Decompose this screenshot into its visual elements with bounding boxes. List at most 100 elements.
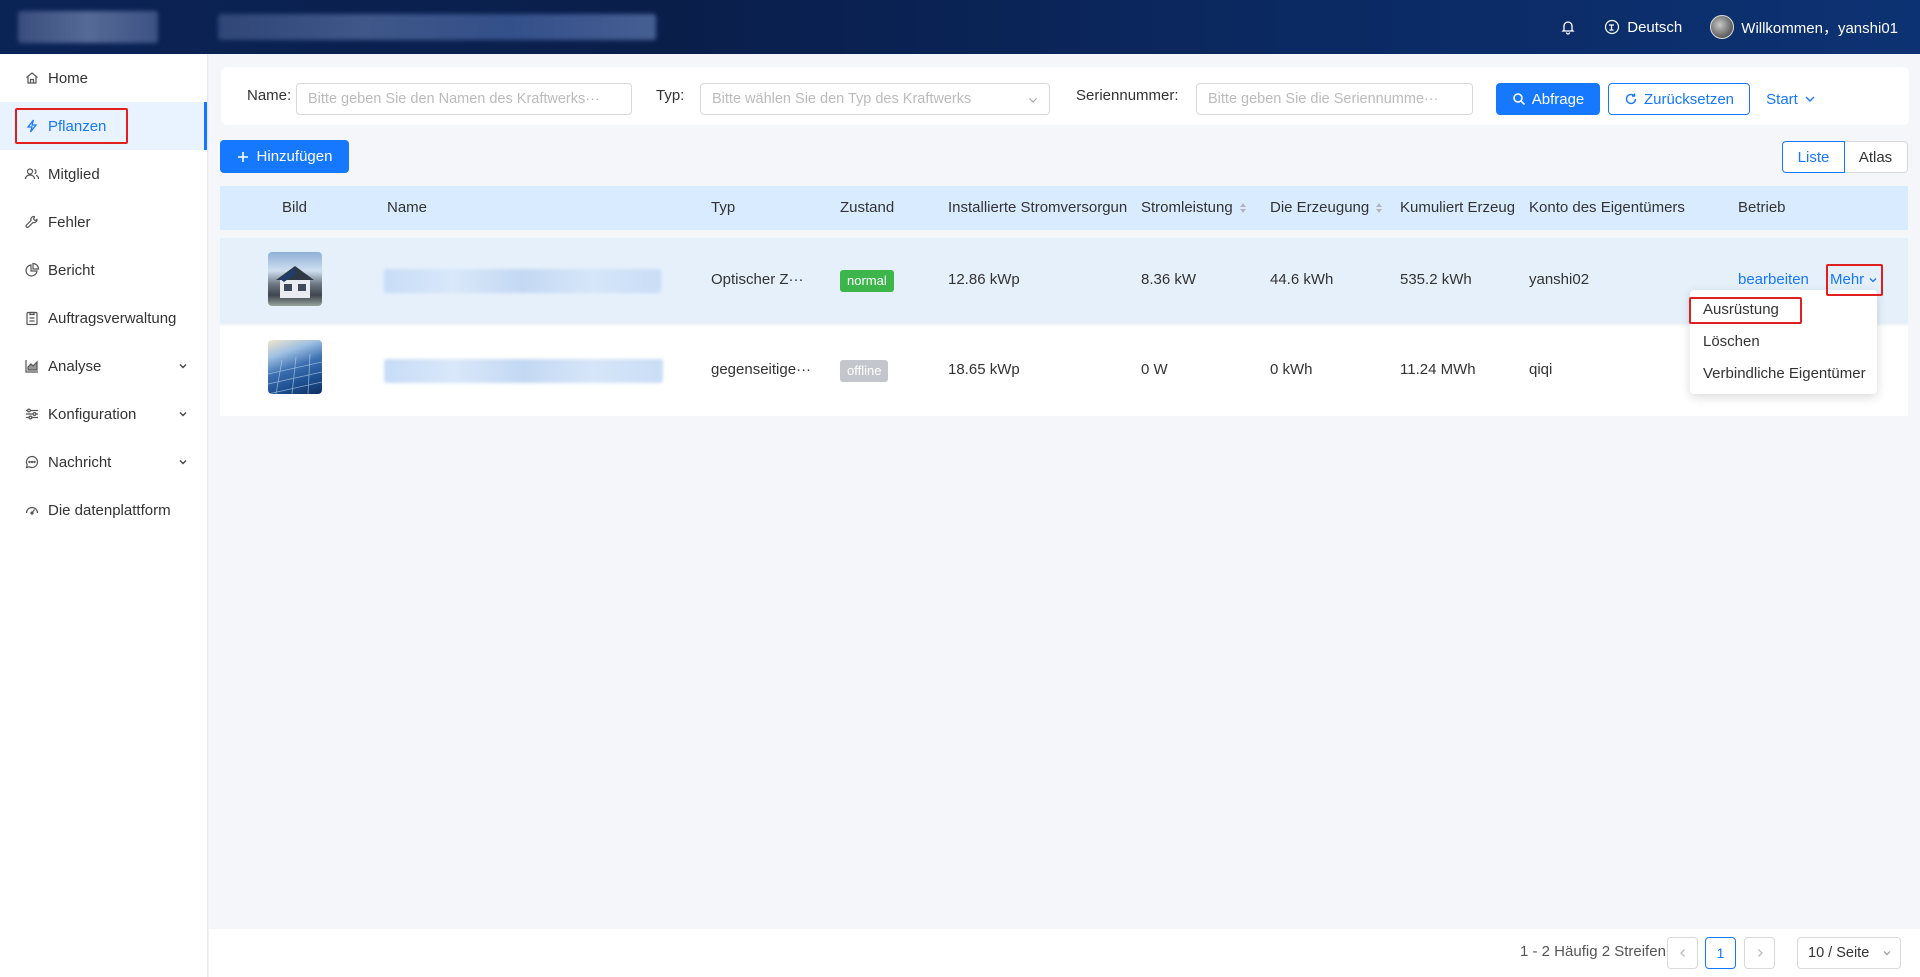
type-filter-label: Typ:: [656, 87, 685, 104]
plant-thumbnail[interactable]: [268, 340, 322, 394]
chevron-down-icon: [177, 408, 189, 420]
start-button-label: Start: [1766, 90, 1798, 108]
welcome-text: Willkommen，yanshi01: [1741, 19, 1898, 37]
notification-button[interactable]: [1560, 19, 1576, 35]
column-header-label: Die Erzeugung: [1270, 199, 1370, 216]
owner-account: yanshi02: [1529, 271, 1590, 288]
language-label: Deutsch: [1627, 18, 1683, 36]
more-dropdown-menu: Ausrüstung Löschen Verbindliche Eigentüm…: [1690, 290, 1877, 394]
sidebar-item-label: Auftragsverwaltung: [48, 309, 177, 327]
next-page-button[interactable]: [1744, 937, 1775, 969]
sidebar-item-home[interactable]: Home: [0, 54, 207, 102]
installed-capacity: 12.86 kWp: [948, 271, 1020, 288]
clipboard-icon: [24, 310, 40, 326]
area-chart-icon: [24, 358, 40, 374]
sidebar-item-nachricht[interactable]: Nachricht: [0, 438, 207, 486]
column-header: Bild: [282, 199, 308, 216]
add-button[interactable]: Hinzufügen: [220, 140, 349, 173]
plant-type: Optischer Z···: [711, 271, 804, 288]
menu-item-bind-owner[interactable]: Verbindliche Eigentümer: [1690, 358, 1877, 390]
sidebar-item-fehler[interactable]: Fehler: [0, 198, 207, 246]
chevron-down-icon: [1882, 948, 1892, 958]
edit-link[interactable]: bearbeiten: [1738, 271, 1809, 288]
sidebar-item-label: Analyse: [48, 357, 102, 375]
page-button-current[interactable]: 1: [1705, 937, 1736, 969]
translate-icon: [1604, 19, 1620, 35]
chevron-down-icon: [1804, 93, 1816, 105]
plant-name[interactable]: [384, 359, 663, 383]
wrench-icon: [24, 214, 40, 230]
sidebar-item-label: Konfiguration: [48, 405, 137, 423]
sidebar-item-auftragsverwaltung[interactable]: Auftragsverwaltung: [0, 294, 207, 342]
plant-type: gegenseitige···: [711, 361, 812, 378]
menu-item-delete[interactable]: Löschen: [1690, 326, 1877, 358]
users-icon: [24, 166, 40, 182]
sidebar-item-label: Die datenplattform: [48, 501, 171, 519]
sort-icon: [1375, 202, 1383, 214]
column-header: Kumuliert Erzeug: [1400, 199, 1514, 216]
message-icon: [24, 454, 40, 470]
chevron-right-icon: [1755, 948, 1765, 958]
table-header: Bild Name Typ Zustand Installierte Strom…: [220, 186, 1908, 230]
sort-icon: [1239, 202, 1247, 214]
sidebar-item-bericht[interactable]: Bericht: [0, 246, 207, 294]
column-header-sortable[interactable]: Die Erzeugung: [1270, 186, 1383, 230]
status-badge: normal: [840, 270, 894, 292]
lightning-icon: [24, 118, 40, 134]
view-atlas-toggle[interactable]: Atlas: [1844, 141, 1908, 173]
more-dropdown-trigger[interactable]: Mehr: [1830, 271, 1878, 288]
serial-filter-input[interactable]: Bitte geben Sie die Seriennumme···: [1196, 83, 1473, 115]
sidebar-item-konfiguration[interactable]: Konfiguration: [0, 390, 207, 438]
prev-page-button[interactable]: [1667, 937, 1698, 969]
sidebar-item-label: Mitglied: [48, 165, 100, 183]
sidebar-item-datenplattform[interactable]: Die datenplattform: [0, 486, 207, 534]
pagination: 1 - 2 Häufig 2 Streifen 1 10 / Seite: [209, 929, 1920, 977]
start-expand-button[interactable]: Start: [1765, 83, 1817, 115]
reset-button[interactable]: Zurücksetzen: [1608, 83, 1750, 115]
chevron-left-icon: [1678, 948, 1688, 958]
installed-capacity: 18.65 kWp: [948, 361, 1020, 378]
main-content: Name: Bitte geben Sie den Namen des Kraf…: [209, 54, 1920, 977]
plus-icon: [237, 151, 249, 163]
sidebar-item-label: Home: [48, 69, 89, 87]
plant-name[interactable]: [384, 269, 661, 293]
page-size-select[interactable]: 10 / Seite: [1797, 937, 1901, 969]
more-label: Mehr: [1830, 271, 1865, 288]
name-filter-input[interactable]: Bitte geben Sie den Namen des Kraftwerks…: [296, 83, 632, 115]
column-header: Zustand: [840, 199, 895, 216]
table-row: Optischer Z··· normal 12.86 kWp 8.36 kW …: [220, 238, 1908, 324]
menu-item-equipment[interactable]: Ausrüstung: [1690, 294, 1877, 326]
home-icon: [24, 70, 40, 86]
cumulative-generation: 535.2 kWh: [1400, 271, 1472, 288]
sidebar-item-pflanzen[interactable]: Pflanzen: [0, 102, 207, 150]
app-logo[interactable]: [18, 11, 158, 43]
current-power: 0 W: [1141, 361, 1168, 378]
column-header: Name: [387, 199, 428, 216]
chevron-down-icon: [177, 360, 189, 372]
plants-table: Bild Name Typ Zustand Installierte Strom…: [220, 186, 1908, 416]
plant-thumbnail[interactable]: [268, 252, 322, 306]
column-header-sortable[interactable]: Stromleistung: [1141, 186, 1247, 230]
page-size-value: 10 / Seite: [1808, 945, 1870, 961]
chevron-down-icon: [1868, 275, 1878, 285]
pagination-summary: 1 - 2 Häufig 2 Streifen: [1520, 943, 1666, 960]
dashboard-icon: [24, 502, 40, 518]
daily-generation: 44.6 kWh: [1270, 271, 1334, 288]
reset-button-label: Zurücksetzen: [1643, 90, 1735, 108]
app-title: [218, 14, 656, 40]
view-list-toggle[interactable]: Liste: [1782, 141, 1845, 173]
type-filter-select[interactable]: Bitte wählen Sie den Typ des Kraftwerks: [700, 83, 1050, 115]
type-filter-placeholder: Bitte wählen Sie den Typ des Kraftwerks: [712, 91, 972, 107]
filter-bar: Name: Bitte geben Sie den Namen des Kraf…: [221, 67, 1909, 125]
cumulative-generation: 11.24 MWh: [1400, 361, 1476, 378]
column-header: Betrieb: [1738, 199, 1786, 216]
user-menu[interactable]: Willkommen，yanshi01: [1710, 15, 1898, 39]
status-badge: offline: [840, 360, 889, 382]
current-power: 8.36 kW: [1141, 271, 1197, 288]
sidebar-item-analyse[interactable]: Analyse: [0, 342, 207, 390]
sidebar-item-label: Bericht: [48, 261, 95, 279]
sidebar-item-mitglied[interactable]: Mitglied: [0, 150, 207, 198]
language-switcher[interactable]: Deutsch: [1604, 19, 1682, 36]
query-button[interactable]: Abfrage: [1496, 83, 1600, 115]
sidebar-item-label: Fehler: [48, 213, 91, 231]
